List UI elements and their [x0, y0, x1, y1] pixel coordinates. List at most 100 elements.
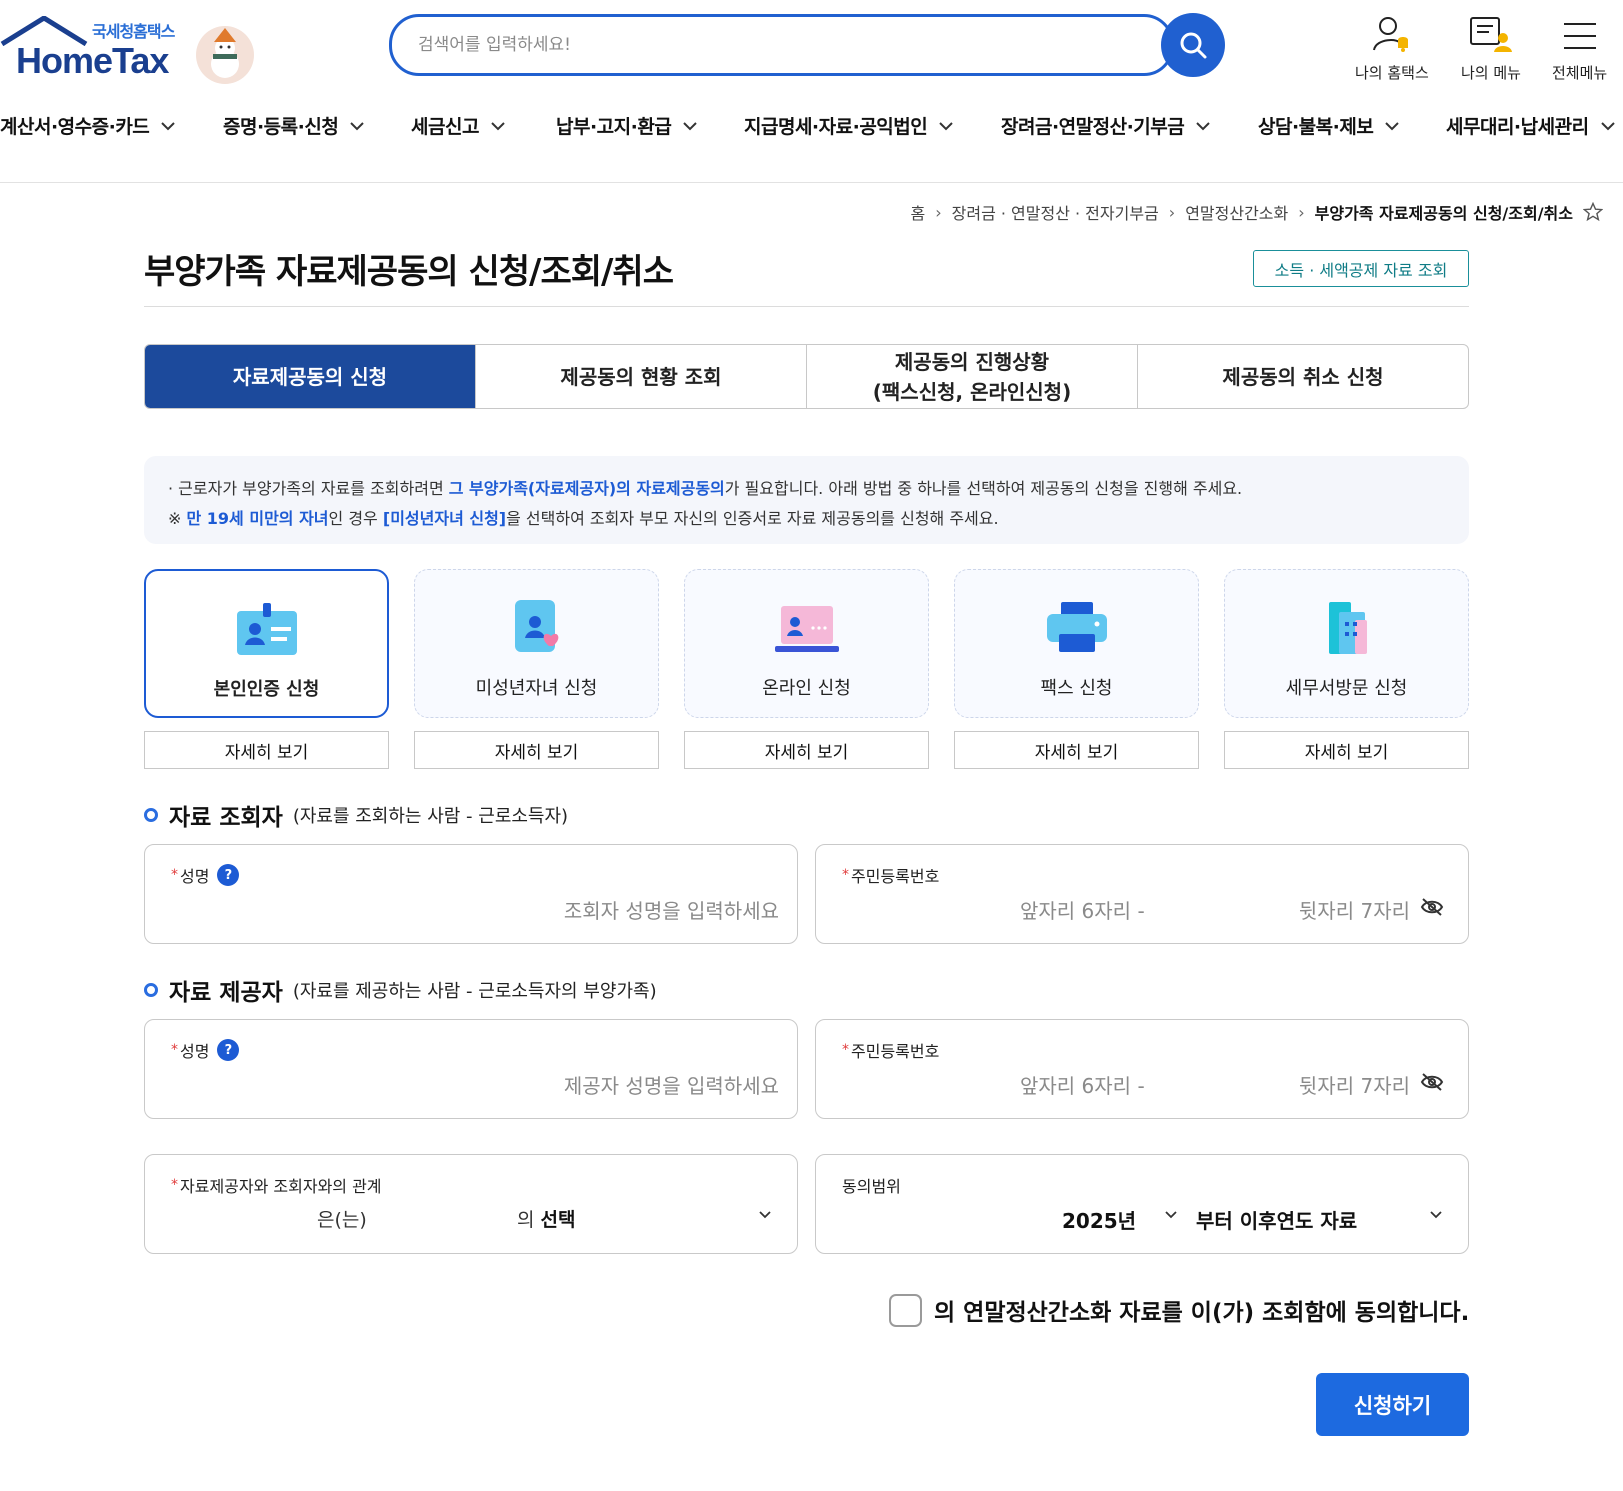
- chevron-down-icon: [1600, 122, 1615, 131]
- nav-item-certificate[interactable]: 증명·등록·신청: [223, 112, 365, 139]
- bullet-circle-icon: [144, 983, 158, 997]
- viewer-rrn-back-input[interactable]: 뒷자리 7자리: [1299, 895, 1410, 924]
- submit-button[interactable]: 신청하기: [1316, 1373, 1469, 1436]
- section-title-text: 자료 조회자: [169, 805, 283, 831]
- tab-bar: 자료제공동의 신청 제공동의 현황 조회 제공동의 진행상황 (팩스신청, 온라인…: [144, 344, 1469, 409]
- breadcrumb-home[interactable]: 홈: [910, 200, 925, 224]
- info-box: · 근로자가 부양가족의 자료를 조회하려면 그 부양가족(자료제공자)의 자료…: [144, 456, 1469, 544]
- tab-consent-request[interactable]: 자료제공동의 신청: [145, 345, 475, 408]
- section-title-text: 자료 제공자: [169, 980, 283, 1006]
- consent-agreement: 의 연말정산간소화 자료를 이(가) 조회함에 동의합니다.: [889, 1293, 1469, 1327]
- info-text: ※: [168, 509, 187, 528]
- nav-item-consult[interactable]: 상담·불복·제보: [1258, 112, 1400, 139]
- tab-consent-cancel[interactable]: 제공동의 취소 신청: [1137, 345, 1468, 408]
- chevron-down-icon: [683, 122, 698, 131]
- provider-rrn-front-input[interactable]: 앞자리 6자리 -: [1020, 1070, 1145, 1099]
- detail-button-online[interactable]: 자세히 보기: [684, 731, 929, 769]
- chevron-down-icon: [350, 122, 365, 131]
- search-box: [389, 14, 1174, 76]
- my-menu-button[interactable]: 나의 메뉴: [1461, 12, 1521, 83]
- nav-item-year-end[interactable]: 장려금·연말정산·기부금: [1001, 112, 1210, 139]
- eye-slash-icon[interactable]: [1420, 1072, 1444, 1092]
- breadcrumb-separator: ›: [1168, 202, 1176, 222]
- tab-consent-progress[interactable]: 제공동의 진행상황 (팩스신청, 온라인신청): [806, 345, 1137, 408]
- help-question-icon[interactable]: ?: [217, 1039, 240, 1061]
- viewer-name-field[interactable]: * 성명 ? 조회자 성명을 입력하세요: [144, 844, 798, 944]
- nav-label: 세무대리·납세관리: [1446, 116, 1589, 138]
- menu-user-icon: [1469, 17, 1512, 52]
- consent-checkbox[interactable]: [889, 1293, 922, 1327]
- breadcrumb-current: 부양가족 자료제공동의 신청/조회/취소: [1314, 204, 1573, 223]
- method-card-fax[interactable]: 팩스 신청: [954, 569, 1199, 718]
- nav-item-statements[interactable]: 지급명세·자료·공익법인: [744, 112, 953, 139]
- help-question-icon[interactable]: ?: [217, 864, 240, 886]
- income-deduction-lookup-button[interactable]: 소득 · 세액공제 자료 조회: [1253, 250, 1469, 287]
- chevron-down-icon: [1196, 122, 1210, 131]
- search-input[interactable]: [392, 17, 1171, 73]
- method-card-minor-child[interactable]: 미성년자녀 신청: [414, 569, 659, 718]
- detail-button-self-auth[interactable]: 자세히 보기: [144, 731, 389, 769]
- field-label-text: 주민등록번호: [851, 867, 940, 886]
- nav-label: 증명·등록·신청: [223, 116, 339, 138]
- field-label-text: 동의범위: [842, 1177, 901, 1196]
- method-card-online[interactable]: 온라인 신청: [684, 569, 929, 718]
- chevron-down-icon: [491, 122, 505, 131]
- info-text: 인 경우: [328, 509, 383, 528]
- method-label: 온라인 신청: [762, 678, 851, 699]
- nav-item-agent[interactable]: 세무대리·납세관리: [1446, 112, 1615, 139]
- method-card-self-auth[interactable]: 본인인증 신청: [144, 569, 389, 718]
- breadcrumb-level1[interactable]: 장려금 · 연말정산 · 전자기부금: [952, 200, 1159, 224]
- nav-item-tax-return[interactable]: 세금신고: [411, 112, 505, 139]
- breadcrumb-level2[interactable]: 연말정산간소화: [1185, 200, 1288, 224]
- all-menu-button[interactable]: 전체메뉴: [1552, 12, 1607, 83]
- viewer-rrn-field: * 주민등록번호 앞자리 6자리 - 뒷자리 7자리: [815, 844, 1469, 944]
- provider-rrn-back-input[interactable]: 뒷자리 7자리: [1299, 1070, 1410, 1099]
- nav-label: 지급명세·자료·공익법인: [744, 116, 928, 138]
- method-label: 세무서방문 신청: [1285, 678, 1408, 699]
- info-text: · 근로자가 부양가족의 자료를 조회하려면: [168, 479, 449, 498]
- info-highlight: [미성년자녀 신청]: [382, 509, 507, 528]
- hometax-logo[interactable]: 국세청홈택스 HomeTax: [0, 14, 260, 84]
- provider-name-field[interactable]: * 성명 ? 제공자 성명을 입력하세요: [144, 1019, 798, 1119]
- nav-item-payment[interactable]: 납부·고지·환급: [556, 112, 698, 139]
- info-text: 을 선택하여 조회자 부모 자신의 인증서로 자료 제공동의를 신청해 주세요.: [506, 509, 999, 528]
- info-line-1: · 근로자가 부양가족의 자료를 조회하려면 그 부양가족(자료제공자)의 자료…: [168, 474, 1445, 504]
- field-label: * 주민등록번호: [842, 863, 939, 887]
- tab-consent-status[interactable]: 제공동의 현황 조회: [475, 345, 806, 408]
- required-mark: *: [171, 1177, 178, 1193]
- my-hometax-button[interactable]: 나의 홈택스: [1355, 12, 1429, 83]
- chevron-down-icon: [939, 122, 953, 131]
- field-label-text: 주민등록번호: [851, 1042, 940, 1061]
- nav-item-invoice[interactable]: 계산서·영수증·카드: [0, 112, 175, 139]
- relation-select[interactable]: 의 선택: [517, 1205, 575, 1232]
- detail-button-fax[interactable]: 자세히 보기: [954, 731, 1199, 769]
- field-label: 동의범위: [842, 1173, 901, 1197]
- provider-name-input[interactable]: 제공자 성명을 입력하세요: [564, 1070, 779, 1099]
- chevron-down-icon[interactable]: [1430, 1211, 1442, 1219]
- viewer-rrn-front-input[interactable]: 앞자리 6자리 -: [1020, 895, 1145, 924]
- snowman-mascot-icon: [196, 26, 254, 84]
- detail-button-minor-child[interactable]: 자세히 보기: [414, 731, 659, 769]
- detail-button-office-visit[interactable]: 자세히 보기: [1224, 731, 1469, 769]
- chevron-down-icon: [1385, 122, 1400, 131]
- relation-text-b: 의: [517, 1209, 535, 1231]
- scope-select[interactable]: 부터 이후연도 자료: [1196, 1205, 1357, 1234]
- page-title: 부양가족 자료제공동의 신청/조회/취소: [144, 252, 674, 292]
- search-button[interactable]: [1161, 13, 1225, 77]
- chevron-down-icon[interactable]: [759, 1211, 771, 1219]
- viewer-section-title: 자료 조회자 (자료를 조회하는 사람 - 근로소득자): [144, 798, 568, 832]
- all-menu-label: 전체메뉴: [1552, 64, 1608, 82]
- info-highlight: 만 19세 미만의 자녀: [186, 509, 329, 528]
- required-mark: *: [171, 1042, 178, 1058]
- child-heart-icon: [514, 600, 558, 652]
- tab-label: 제공동의 현황 조회: [560, 364, 722, 389]
- nav-label: 상담·불복·제보: [1258, 116, 1374, 138]
- chevron-down-icon[interactable]: [1165, 1211, 1177, 1219]
- star-favorite-icon[interactable]: [1583, 202, 1603, 222]
- eye-slash-icon[interactable]: [1420, 897, 1444, 917]
- viewer-name-input[interactable]: 조회자 성명을 입력하세요: [564, 895, 779, 924]
- year-select[interactable]: 2025년: [1062, 1205, 1136, 1234]
- method-card-office-visit[interactable]: 세무서방문 신청: [1224, 569, 1469, 718]
- global-nav: 계산서·영수증·카드 증명·등록·신청 세금신고 납부·고지·환급 지급명세·자…: [0, 112, 1623, 152]
- building-icon: [1328, 602, 1367, 654]
